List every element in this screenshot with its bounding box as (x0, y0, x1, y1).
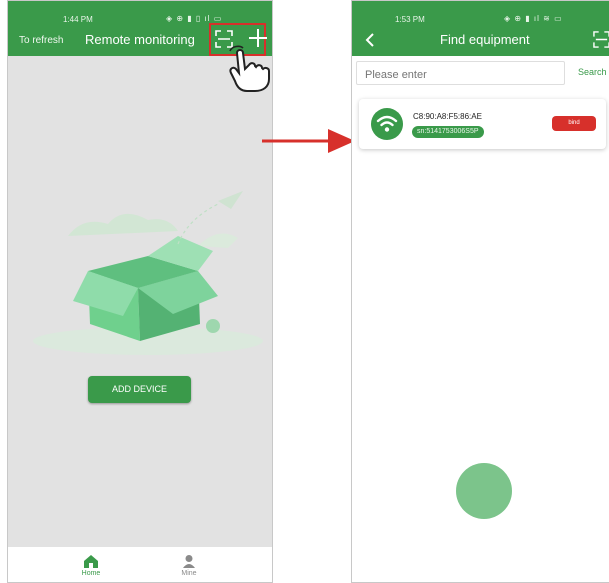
find-equipment-screen: 1:53 PM ◈ ⊕ ▮ ıl ≋ ▭ Find equipment Sear… (351, 0, 609, 583)
header-bar: 1:53 PM ◈ ⊕ ▮ ıl ≋ ▭ Find equipment (352, 1, 609, 56)
nav-mine[interactable]: Mine (169, 554, 209, 577)
page-title: Find equipment (440, 32, 530, 47)
device-mac: C8:90:A8:F5:86:AE (413, 112, 482, 121)
status-icons: ◈ ⊕ ▮ ▯ ıl ▭ (166, 14, 223, 23)
bind-button[interactable]: bind (552, 116, 596, 131)
page-title: Remote monitoring (85, 32, 195, 47)
wifi-icon (371, 108, 403, 140)
search-button[interactable]: Search (578, 67, 607, 77)
transition-arrow-icon (262, 129, 355, 153)
floating-touch-button[interactable] (456, 463, 512, 519)
back-icon[interactable] (364, 32, 376, 48)
nav-home-label: Home (81, 570, 101, 577)
status-time: 1:44 PM (63, 15, 93, 24)
nav-home[interactable]: Home (71, 554, 111, 577)
bottom-nav: Home Mine (8, 547, 272, 582)
scan-icon[interactable] (593, 31, 609, 48)
nav-mine-label: Mine (181, 570, 197, 577)
device-card[interactable]: C8:90:A8:F5:86:AE sn:5141753006S5P bind (359, 99, 606, 149)
status-icons: ◈ ⊕ ▮ ıl ≋ ▭ (504, 14, 563, 23)
pointing-hand-icon (229, 45, 270, 92)
status-time: 1:53 PM (395, 15, 425, 24)
add-device-button[interactable]: ADD DEVICE (88, 376, 191, 403)
person-icon (183, 555, 195, 568)
device-sn: sn:5141753006S5P (412, 126, 484, 138)
home-icon (84, 555, 98, 568)
empty-box-illustration (33, 191, 263, 355)
refresh-label[interactable]: To refresh (19, 35, 63, 46)
search-input[interactable] (356, 61, 565, 85)
home-screen: 1:44 PM ◈ ⊕ ▮ ▯ ıl ▭ To refresh Remote m… (7, 0, 273, 583)
